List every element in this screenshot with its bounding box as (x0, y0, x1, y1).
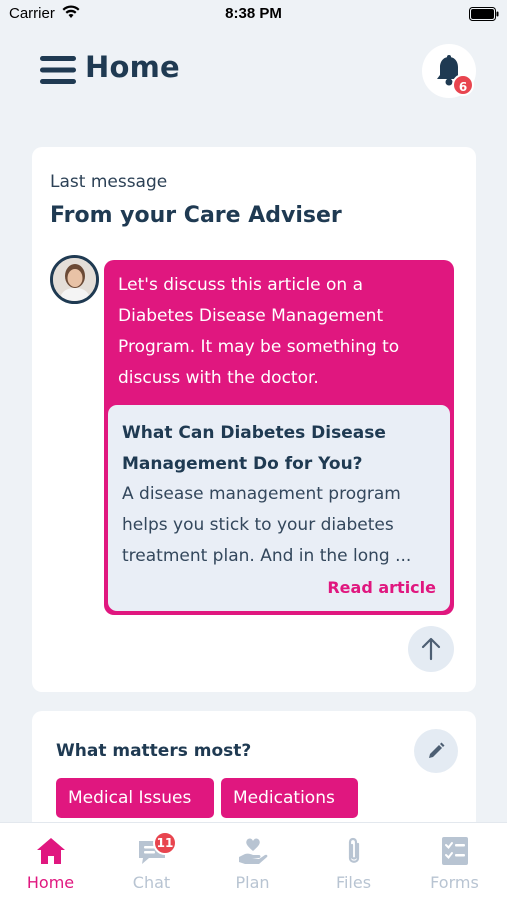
care-adviser-avatar (50, 255, 99, 304)
article-title: What Can Diabetes Disease Management Do … (122, 423, 386, 474)
paperclip-icon (348, 837, 360, 863)
arrow-up-icon (421, 637, 441, 661)
header: Home 6 (0, 40, 507, 104)
tab-forms[interactable]: Forms (404, 823, 505, 900)
clock: 8:38 PM (225, 5, 282, 22)
notifications-button[interactable]: 6 (422, 44, 476, 98)
person-avatar-icon (53, 258, 96, 301)
notification-count-badge: 6 (452, 74, 474, 96)
chat-unread-badge: 11 (153, 831, 177, 855)
what-matters-title: What matters most? (56, 741, 252, 761)
tab-plan[interactable]: Plan (202, 823, 303, 900)
tab-chat[interactable]: 11 Chat (101, 823, 202, 900)
tab-label: Chat (132, 873, 171, 892)
tag-medications[interactable]: Medications (221, 778, 358, 818)
card-label: Last message (50, 172, 168, 192)
scroll-up-button[interactable] (408, 626, 454, 672)
what-matters-card: What matters most? Medical Issues Medica… (32, 711, 476, 831)
battery-icon (469, 7, 499, 21)
status-bar: Carrier 8:38 PM (0, 0, 507, 28)
edit-button[interactable] (414, 729, 458, 773)
tab-label: Forms (430, 873, 479, 892)
tab-home[interactable]: Home (0, 823, 101, 900)
pencil-icon (429, 742, 445, 758)
tag-medical-issues[interactable]: Medical Issues (56, 778, 214, 818)
article-preview[interactable]: What Can Diabetes Disease Management Do … (108, 405, 450, 611)
tab-label: Plan (235, 873, 270, 892)
page-title: Home (85, 50, 180, 84)
home-icon (37, 838, 65, 864)
hamburger-menu-icon[interactable] (40, 55, 76, 85)
tab-bar: Home 11 Chat Plan Files Forms (0, 822, 507, 900)
message-text: Let's discuss this article on a Diabetes… (118, 275, 400, 388)
tab-label: Home (26, 873, 75, 892)
read-article-link[interactable]: Read article (327, 578, 436, 597)
article-excerpt: A disease management program helps you s… (122, 484, 412, 566)
plan-icon (239, 838, 268, 864)
tab-files[interactable]: Files (303, 823, 404, 900)
tab-label: Files (335, 873, 372, 892)
message-bubble: Let's discuss this article on a Diabetes… (104, 260, 454, 615)
checklist-icon (442, 837, 468, 865)
card-title: From your Care Adviser (50, 203, 342, 228)
last-message-card: Last message From your Care Adviser Let'… (32, 147, 476, 692)
